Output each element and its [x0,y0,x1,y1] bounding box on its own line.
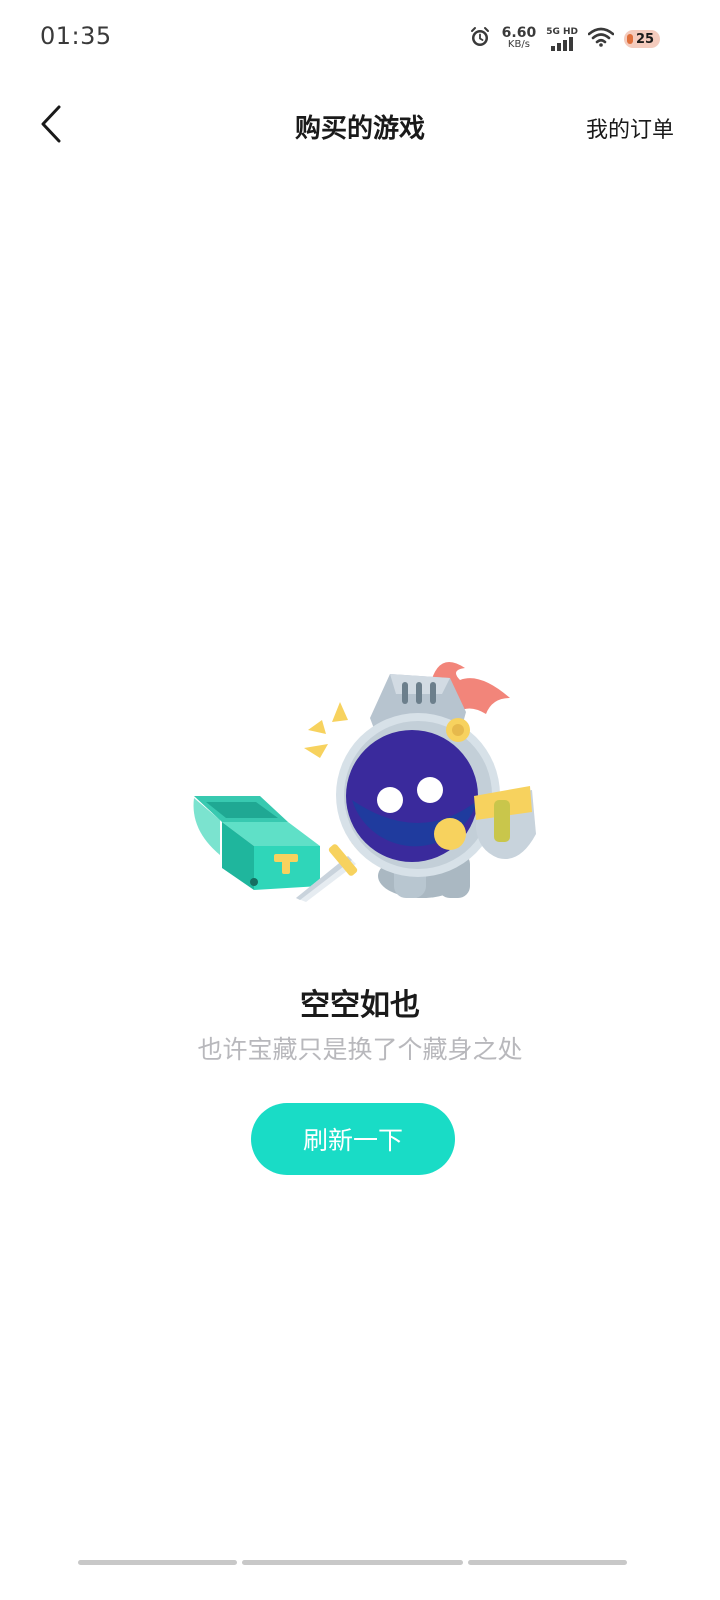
signal-icon [550,37,574,51]
signal-indicator: 5G HD [546,27,578,51]
net-speed-unit: KB/s [507,39,530,50]
gesture-bar-left [78,1560,237,1565]
net-speed: 6.60 KB/s [501,25,537,51]
refresh-button[interactable]: 刷新一下 [251,1103,455,1175]
treasure-chest-icon [193,796,320,890]
empty-state-illustration [180,650,550,910]
battery-icon: 25 [624,30,660,48]
gesture-bar-center [242,1560,463,1565]
gesture-bar-right [468,1560,627,1565]
alarm-icon [468,25,492,53]
battery-level: 25 [635,31,655,47]
empty-state-title: 空空如也 [300,988,420,1023]
network-label: 5G HD [546,27,578,37]
empty-state-subtitle: 也许宝藏只是换了个藏身之处 [197,1035,523,1064]
status-icons: 6.60 KB/s 5G HD 25 [468,24,660,54]
net-speed-value: 6.60 [501,25,537,41]
shield-icon [474,786,536,859]
my-orders-link[interactable]: 我的订单 [586,112,674,144]
wifi-icon [587,27,615,51]
sparkle-icon [304,702,348,758]
status-bar: 01:35 6.60 KB/s 5G HD 25 [0,0,720,76]
status-time: 01:35 [40,22,112,50]
top-app-bar: 购买的游戏 我的订单 [0,88,720,164]
